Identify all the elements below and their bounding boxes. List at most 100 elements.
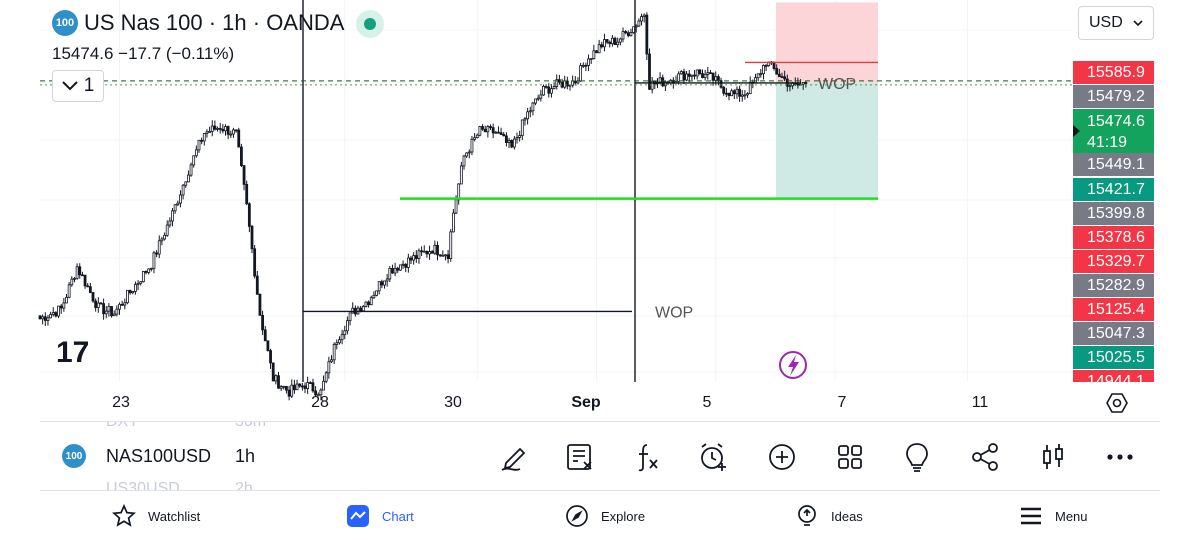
symbol-title[interactable]: US Nas 100 · 1h · OANDA: [84, 10, 344, 36]
time-label: 30: [444, 394, 462, 411]
candle-up: [157, 240, 161, 255]
candle-up: [587, 58, 590, 66]
share-icon[interactable]: [968, 440, 1002, 474]
candle-up: [57, 305, 60, 317]
lightning-icon[interactable]: [779, 351, 807, 379]
add-icon[interactable]: [765, 440, 799, 474]
alert-add-icon[interactable]: [696, 440, 730, 474]
candle-down: [110, 306, 113, 317]
candle-down: [94, 300, 98, 308]
price-level-label: 15449.1: [1073, 153, 1154, 176]
candle-up: [181, 184, 185, 196]
candle-up: [526, 111, 529, 120]
candle-up: [393, 267, 397, 274]
candle-down: [292, 384, 296, 391]
interval-selector[interactable]: 1h: [235, 446, 255, 467]
candle-up: [147, 268, 151, 273]
candle-up: [695, 69, 699, 77]
nav-ideas[interactable]: Ideas: [795, 500, 863, 532]
layouts-icon[interactable]: [833, 440, 867, 474]
nav-explore[interactable]: Explore: [565, 500, 645, 532]
market-status-icon[interactable]: [356, 10, 384, 38]
text-note-icon[interactable]: [563, 440, 597, 474]
chart-type-icon[interactable]: [1036, 440, 1070, 474]
candle-up: [428, 251, 431, 255]
currency-select[interactable]: USD: [1078, 6, 1154, 40]
candle-down: [266, 340, 270, 351]
candle-up: [46, 317, 50, 321]
candle-down: [719, 80, 723, 88]
candle-down: [682, 71, 686, 81]
draw-icon[interactable]: [497, 440, 531, 474]
candle-down: [269, 350, 272, 364]
ideas-bulb-icon[interactable]: [900, 440, 934, 474]
candle-up: [197, 139, 201, 151]
candle-down: [287, 389, 291, 397]
candle-up: [536, 97, 540, 100]
candle-up: [449, 231, 453, 259]
candle-down: [237, 129, 241, 148]
candle-up: [327, 361, 331, 374]
candle-up: [512, 138, 516, 148]
candle-up: [62, 302, 66, 309]
candle-up: [324, 372, 328, 382]
candle-up: [141, 271, 145, 283]
indicators-icon[interactable]: [630, 440, 664, 474]
watchlist-ghost-interval: 30m: [235, 421, 267, 430]
candle-up: [322, 380, 325, 391]
candle-up: [67, 284, 71, 298]
candle-up: [581, 64, 585, 67]
chart-toolbar: DXY 30m US30USD 2h 100 NAS100USD 1h: [40, 421, 1160, 491]
candles: [38, 12, 808, 401]
time-label: 23: [112, 394, 130, 411]
candle-up: [677, 73, 681, 82]
candle-down: [738, 88, 741, 97]
candle-up: [703, 73, 707, 78]
price-level-label: 14944.1: [1073, 370, 1154, 390]
candle-up: [542, 85, 545, 96]
collapse-indicators-button[interactable]: 1: [52, 70, 104, 102]
price-level-label: 15585.9: [1073, 61, 1154, 84]
stop-loss-zone: [776, 2, 878, 83]
candle-down: [724, 92, 728, 95]
time-label: Sep: [571, 394, 601, 411]
candle-up: [467, 151, 471, 154]
candle-up: [788, 85, 792, 88]
candle-down: [438, 254, 442, 257]
chart-icon: [346, 504, 370, 528]
candle-up: [494, 131, 498, 134]
candle-up: [70, 278, 74, 286]
candle-down: [544, 85, 548, 88]
candle-up: [115, 308, 119, 315]
candle-up: [118, 303, 121, 310]
candle-down: [595, 50, 598, 54]
candle-up: [475, 134, 479, 139]
candle-down: [255, 275, 259, 295]
nav-watchlist[interactable]: Watchlist: [112, 500, 200, 532]
candle-up: [748, 81, 752, 95]
candle-up: [550, 88, 553, 94]
candle-up: [658, 77, 662, 83]
candle-down: [54, 312, 58, 317]
candle-down: [605, 39, 609, 43]
price-value: 15329.7: [1087, 253, 1145, 270]
nav-chart[interactable]: Chart: [346, 500, 414, 532]
chart-settings-icon[interactable]: [1106, 392, 1128, 414]
candle-down: [404, 263, 408, 268]
candle-up: [163, 234, 166, 240]
candle-up: [740, 94, 744, 97]
nav-label: Chart: [382, 508, 414, 524]
candle-up: [401, 263, 405, 266]
candle-down: [99, 302, 103, 305]
candle-up: [518, 135, 522, 138]
candle-up: [473, 137, 477, 140]
symbol-selector[interactable]: NAS100USD: [106, 446, 211, 467]
candle-down: [38, 315, 42, 320]
candle-up: [133, 284, 137, 292]
more-icon[interactable]: [1103, 440, 1137, 474]
candle-up: [152, 252, 156, 269]
candle-up: [202, 133, 206, 142]
candle-up: [348, 312, 352, 322]
candle-down: [391, 268, 394, 274]
nav-menu[interactable]: Menu: [1019, 500, 1088, 532]
